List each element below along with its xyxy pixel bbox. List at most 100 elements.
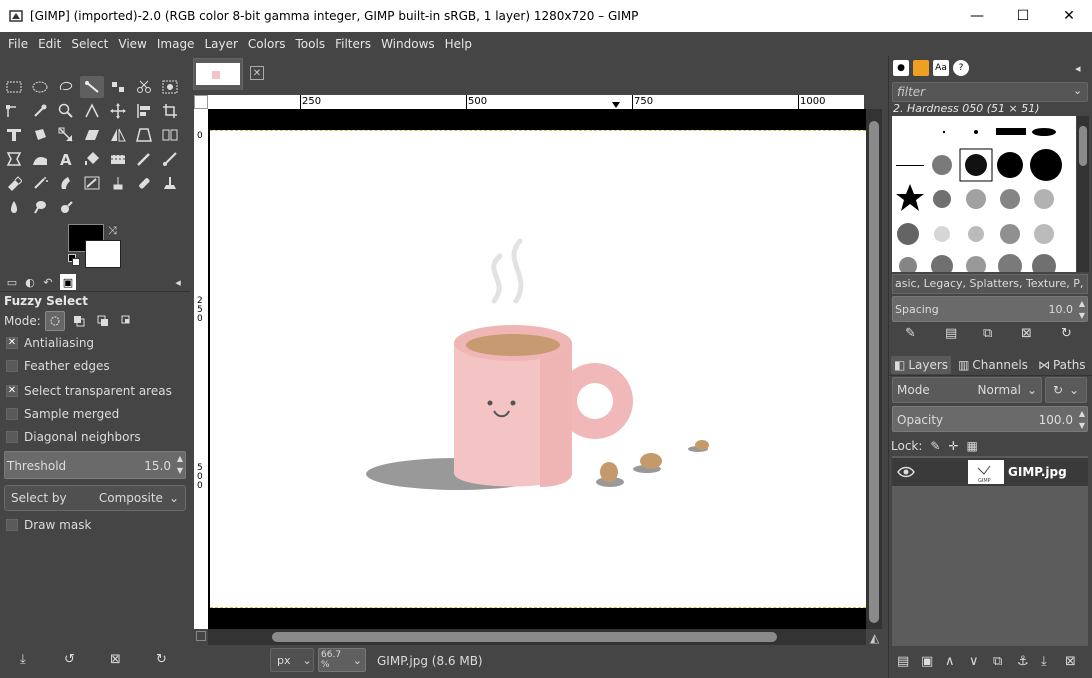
menu-filters[interactable]: Filters	[330, 32, 376, 56]
maximize-button[interactable]: ☐	[1000, 0, 1046, 32]
reset-options-icon[interactable]: ↻	[156, 652, 167, 667]
spacing-slider[interactable]: Spacing 10.0 ▲ ▼	[892, 296, 1088, 322]
help-tab-icon[interactable]: ?	[953, 60, 969, 76]
brush-filter-input[interactable]: filter	[892, 82, 1088, 102]
quick-mask-toggle-icon[interactable]	[196, 631, 206, 641]
select-transparent-checkbox-row[interactable]: ✕ Select transparent areas	[6, 382, 172, 400]
delete-brush-icon[interactable]: ⊠	[1021, 326, 1032, 341]
airbrush-tool-icon[interactable]	[28, 172, 52, 194]
mode-replace-icon[interactable]	[44, 311, 65, 331]
menu-edit[interactable]: Edit	[33, 32, 66, 56]
brush-scrollbar[interactable]	[1077, 116, 1089, 272]
menu-view[interactable]: View	[113, 32, 151, 56]
tab-layers[interactable]: ◧ Layers	[891, 355, 952, 374]
swap-colors-icon[interactable]: ⤨	[108, 224, 117, 238]
navigate-icon[interactable]: ◭	[870, 631, 879, 645]
brush-grid[interactable]	[892, 116, 1076, 272]
diagonal-neighbors-checkbox[interactable]	[6, 431, 18, 443]
composite-mode-dropdown[interactable]: ↻ ⌄	[1045, 377, 1087, 403]
mypaint-brush-tool-icon[interactable]	[80, 172, 104, 194]
paths-tool-icon[interactable]	[2, 100, 26, 122]
tab-paths[interactable]: ⋈ Paths	[1035, 356, 1089, 374]
images-tab-icon[interactable]: ▣	[60, 274, 76, 290]
foreground-select-tool-icon[interactable]	[158, 76, 182, 98]
ellipse-select-tool-icon[interactable]	[28, 76, 52, 98]
lock-alpha-icon[interactable]: ▦	[967, 439, 978, 453]
lasso-tool-icon[interactable]	[54, 76, 78, 98]
mode-subtract-icon[interactable]	[93, 311, 113, 331]
refresh-brushes-icon[interactable]: ↻	[1061, 326, 1072, 341]
sample-merged-checkbox-row[interactable]: Sample merged	[6, 405, 119, 423]
smudge-tool-icon[interactable]	[28, 196, 52, 218]
color-picker-tool-icon[interactable]	[28, 100, 52, 122]
close-button[interactable]: ✕	[1046, 0, 1092, 32]
threshold-slider[interactable]: Threshold 15.0 ▲ ▼	[4, 451, 186, 479]
threshold-spinner-icon[interactable]: ▲ ▼	[177, 453, 183, 477]
menu-select[interactable]: Select	[66, 32, 113, 56]
zoom-tool-icon[interactable]	[54, 100, 78, 122]
configure-tab-icon[interactable]: ◂	[1075, 62, 1081, 75]
merge-layer-icon[interactable]: ⤓	[1041, 654, 1047, 669]
clone-tool-icon[interactable]	[106, 172, 130, 194]
text-tool-icon[interactable]: A	[54, 148, 78, 170]
menu-windows[interactable]: Windows	[376, 32, 440, 56]
image-canvas[interactable]	[210, 130, 866, 608]
select-by-color-tool-icon[interactable]	[106, 76, 130, 98]
fonts-tab-icon[interactable]: Aa	[933, 60, 949, 76]
menu-help[interactable]: Help	[440, 32, 477, 56]
spacing-spinner-icon[interactable]: ▲ ▼	[1079, 298, 1085, 322]
crop-tool-icon[interactable]	[158, 100, 182, 122]
unified-transform-tool-icon[interactable]	[2, 124, 26, 146]
background-color-swatch[interactable]	[85, 240, 121, 268]
visibility-eye-icon[interactable]	[892, 466, 920, 478]
duplicate-brush-icon[interactable]: ⧉	[983, 326, 992, 341]
raise-layer-icon[interactable]: ∧	[945, 654, 955, 669]
menu-file[interactable]: File	[3, 32, 33, 56]
shear-tool-icon[interactable]	[80, 124, 104, 146]
bucket-fill-tool-icon[interactable]	[80, 148, 104, 170]
antialiasing-checkbox-row[interactable]: ✕ Antialiasing	[6, 334, 94, 352]
brushes-tab-icon[interactable]: ●	[893, 60, 909, 76]
menu-layer[interactable]: Layer	[199, 32, 242, 56]
gradient-tool-icon[interactable]	[106, 148, 130, 170]
perspective-tool-icon[interactable]	[132, 124, 156, 146]
restore-options-icon[interactable]: ↺	[64, 652, 75, 667]
vertical-scrollbar[interactable]	[866, 109, 882, 629]
unit-selector[interactable]: px ⌄	[270, 648, 314, 672]
brush-tags-field[interactable]: asic, Legacy, Splatters, Texture, P, |	[892, 274, 1088, 294]
opacity-spinner-icon[interactable]: ▲ ▼	[1079, 408, 1085, 432]
draw-mask-checkbox[interactable]	[6, 519, 18, 531]
close-image-tab-icon[interactable]: ✕	[250, 66, 264, 80]
menu-image[interactable]: Image	[152, 32, 200, 56]
cage-transform-tool-icon[interactable]	[158, 124, 182, 146]
anchor-layer-icon[interactable]: ⚓	[1017, 654, 1029, 669]
new-layer-icon[interactable]: ▤	[897, 654, 909, 669]
perspective-clone-tool-icon[interactable]	[158, 172, 182, 194]
mode-add-icon[interactable]	[69, 311, 89, 331]
patterns-tab-icon[interactable]	[913, 60, 929, 76]
smudge-shape-tool-icon[interactable]	[28, 148, 52, 170]
delete-layer-icon[interactable]: ⊠	[1065, 654, 1076, 669]
blur-tool-icon[interactable]	[2, 196, 26, 218]
select-by-dropdown[interactable]: Select by Composite ⌄	[4, 485, 186, 511]
tab-channels[interactable]: ▥ Channels	[955, 356, 1031, 374]
save-options-icon[interactable]: ⤓	[20, 652, 26, 667]
menu-tools[interactable]: Tools	[291, 32, 331, 56]
configure-tab-icon[interactable]: ◂	[170, 274, 186, 290]
dodge-burn-tool-icon[interactable]	[54, 196, 78, 218]
zoom-selector[interactable]: 66.7 % ⌄	[318, 648, 366, 672]
select-transparent-checkbox[interactable]: ✕	[6, 385, 18, 397]
align-tool-icon[interactable]	[132, 100, 156, 122]
antialiasing-checkbox[interactable]: ✕	[6, 337, 18, 349]
feather-edges-checkbox[interactable]	[6, 360, 18, 372]
default-colors-icon[interactable]	[68, 254, 80, 266]
ink-tool-icon[interactable]	[54, 172, 78, 194]
sample-merged-checkbox[interactable]	[6, 408, 18, 420]
heal-tool-icon[interactable]	[132, 172, 156, 194]
layer-mode-dropdown[interactable]: Mode Normal ⌄	[892, 377, 1042, 403]
eraser-tool-icon[interactable]	[2, 172, 26, 194]
image-tab-thumbnail[interactable]	[193, 58, 243, 90]
edit-brush-icon[interactable]: ✎	[905, 326, 916, 341]
scissors-tool-icon[interactable]	[132, 76, 156, 98]
ruler-corner-icon[interactable]	[194, 95, 208, 109]
